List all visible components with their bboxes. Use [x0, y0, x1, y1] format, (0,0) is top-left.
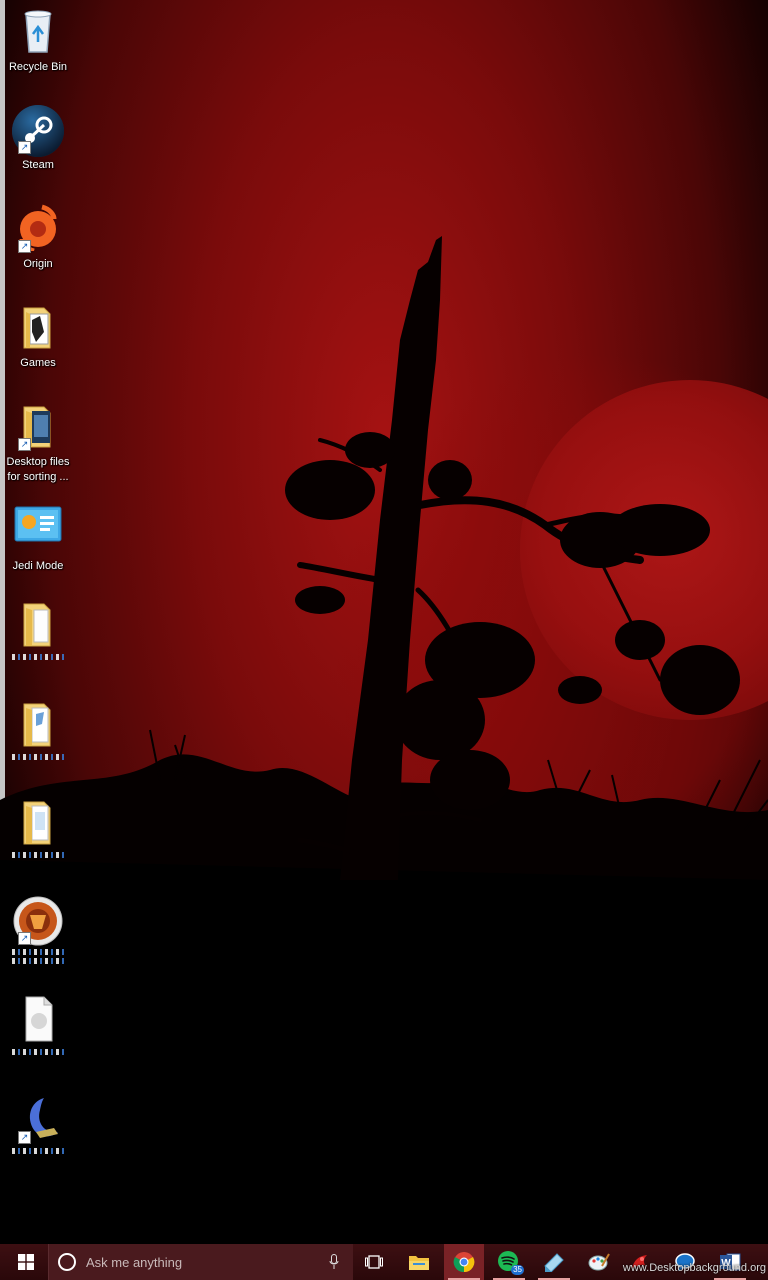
spotify-badge: 35: [511, 1265, 524, 1275]
desktop-icon-folder-2[interactable]: [4, 700, 72, 760]
desktop-icon-games[interactable]: Games: [4, 302, 72, 371]
desktop-icon-recycle-bin[interactable]: Recycle Bin: [4, 6, 72, 75]
task-view-icon: [365, 1255, 383, 1269]
obscured-label: [12, 654, 64, 660]
desktop-icon-desktop-files[interactable]: ↗ Desktop files for sorting ...: [4, 401, 72, 485]
obscured-label: [12, 852, 64, 858]
taskbar-file-explorer[interactable]: [399, 1244, 439, 1280]
taskbar-paint[interactable]: [579, 1244, 619, 1280]
drawing-app-icon: [544, 1253, 564, 1272]
obscured-label: [12, 958, 64, 964]
desktop-icon-origin[interactable]: ↗ Origin: [4, 203, 72, 272]
folder-icon: [14, 302, 62, 350]
desktop-icon-label: Steam: [22, 159, 54, 171]
cortana-ring-icon: [58, 1253, 76, 1271]
desktop-icon-folder-1[interactable]: [4, 600, 72, 660]
folder-icon: [409, 1256, 429, 1270]
microphone-icon[interactable]: [329, 1254, 339, 1270]
file-icon: [14, 995, 62, 1043]
desktop-wallpaper: Recycle Bin ↗ Steam ↗ Origin Games ↗ Des…: [0, 0, 768, 1244]
obscured-label: [12, 754, 64, 760]
desktop-icon-folder-3[interactable]: [4, 798, 72, 858]
shortcut-arrow-icon: ↗: [18, 932, 31, 945]
obscured-label: [12, 1049, 64, 1055]
taskbar-chrome[interactable]: [444, 1244, 484, 1280]
origin-icon: ↗: [14, 203, 62, 254]
task-view-button[interactable]: [354, 1244, 394, 1280]
obscured-label: [12, 1148, 64, 1154]
start-button[interactable]: [6, 1244, 46, 1280]
paint-palette-icon: [588, 1253, 610, 1271]
chrome-icon: [453, 1252, 475, 1273]
folder-icon: [14, 700, 62, 748]
desktop-icon-label: Origin: [23, 258, 53, 270]
watermark-text: www.Desktopbackground.org: [622, 1262, 766, 1274]
desktop-icon-game-shortcut[interactable]: ↗: [4, 895, 72, 964]
taskbar-spotify[interactable]: 35: [489, 1244, 529, 1280]
crescent-app-icon: ↗: [14, 1094, 62, 1144]
folder-icon: [14, 600, 62, 648]
shortcut-arrow-icon: ↗: [18, 141, 31, 154]
windows-logo-icon: [18, 1254, 34, 1270]
desktop-icon-label: Jedi Mode: [12, 560, 64, 572]
shortcut-arrow-icon: ↗: [18, 1131, 31, 1144]
folder-icon: [14, 798, 62, 846]
steam-icon: ↗: [12, 104, 64, 157]
desktop-icon-label: Recycle Bin: [8, 61, 68, 73]
wallpaper-silhouette: [0, 236, 768, 1244]
desktop-icon-label: Games: [20, 357, 56, 369]
desktop-icon-jedi-mode[interactable]: Jedi Mode: [4, 505, 72, 574]
taskbar-sketch-app[interactable]: [534, 1244, 574, 1280]
desktop-icon-label: Desktop files for sorting ...: [6, 456, 70, 483]
search-box[interactable]: Ask me anything: [48, 1244, 353, 1280]
desktop-icon-steam[interactable]: ↗ Steam: [4, 104, 72, 173]
recycle-bin-icon: [14, 6, 62, 54]
shortcut-arrow-icon: ↗: [18, 438, 31, 451]
control-panel-icon: [14, 505, 62, 553]
shortcut-arrow-icon: ↗: [18, 240, 31, 253]
desktop-icon-file[interactable]: [4, 995, 72, 1055]
folder-icon: ↗: [14, 401, 62, 451]
game-badge-icon: ↗: [13, 895, 63, 946]
obscured-label: [12, 949, 64, 955]
desktop-icon-moon-app[interactable]: ↗: [4, 1094, 72, 1154]
search-placeholder: Ask me anything: [86, 1254, 183, 1270]
